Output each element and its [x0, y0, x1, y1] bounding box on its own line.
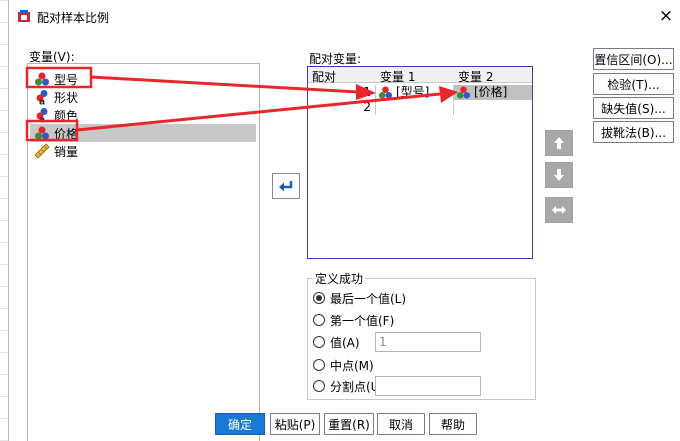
- radio-first-value[interactable]: 第一个值(F): [313, 311, 394, 329]
- variable-label: 形状: [54, 90, 79, 105]
- column-header-variable2: 变量 2: [458, 70, 494, 84]
- radio-button[interactable]: [313, 359, 325, 371]
- radio-button[interactable]: [313, 380, 325, 392]
- variable-label: 型号: [54, 72, 79, 87]
- column-header-pair: 配对: [312, 70, 337, 84]
- paired-sample-proportion-dialog: 配对样本比例 × 变量(V): 型号 a 形状 a 颜色 价格 销量 配对变量:…: [8, 0, 680, 441]
- radio-label: 值(A): [330, 335, 360, 350]
- define-success-title: 定义成功: [313, 270, 366, 287]
- reset-button[interactable]: 重置(R): [324, 413, 374, 435]
- pair1-variable1-cell[interactable]: [型号]: [376, 85, 454, 100]
- nominal-variable-icon: [35, 72, 49, 86]
- move-to-pairs-button[interactable]: [272, 173, 300, 199]
- variable-item-price[interactable]: 价格: [30, 124, 256, 142]
- cut-point-input[interactable]: [375, 376, 481, 396]
- radio-midpoint[interactable]: 中点(M): [313, 356, 374, 374]
- title-bar: 配对样本比例 ×: [9, 0, 680, 32]
- paired-variables-label: 配对变量:: [309, 52, 362, 66]
- confidence-interval-button[interactable]: 置信区间(O)...: [593, 48, 674, 70]
- table-header: 配对 变量 1 变量 2: [308, 67, 532, 84]
- return-arrow-icon: [279, 181, 293, 192]
- move-down-button[interactable]: [545, 162, 573, 188]
- nominal-variable-icon: [378, 86, 393, 99]
- radio-button[interactable]: [313, 314, 325, 326]
- help-button[interactable]: 帮助: [429, 413, 477, 435]
- variable-item-model[interactable]: 型号: [30, 70, 256, 88]
- close-button[interactable]: ×: [655, 5, 677, 27]
- variable-item-color[interactable]: a 颜色: [30, 106, 256, 124]
- window-title: 配对样本比例: [37, 11, 110, 25]
- nominal-variable-icon: [456, 86, 471, 99]
- table-row[interactable]: 2: [308, 100, 532, 115]
- cell-value: [型号]: [396, 85, 430, 99]
- radio-button[interactable]: [313, 336, 325, 348]
- cell-value: [价格]: [474, 85, 508, 99]
- cancel-button[interactable]: 取消: [377, 413, 425, 435]
- variable-item-shape[interactable]: a 形状: [30, 88, 256, 106]
- move-up-button[interactable]: [545, 130, 573, 156]
- bootstrap-button[interactable]: 拔靴法(B)...: [593, 121, 674, 143]
- variable-label: 销量: [54, 144, 79, 159]
- variable-list[interactable]: 型号 a 形状 a 颜色 价格 销量: [27, 63, 260, 441]
- pair2-variable1-cell[interactable]: [376, 100, 454, 115]
- radio-label: 第一个值(F): [330, 313, 395, 328]
- arrow-up-icon: [554, 137, 564, 149]
- pair1-variable2-cell[interactable]: [价格]: [454, 85, 532, 100]
- ok-button[interactable]: 确定: [215, 413, 265, 435]
- variable-item-sales[interactable]: 销量: [30, 142, 256, 160]
- svg-text:a: a: [39, 116, 45, 124]
- paired-variables-table[interactable]: 配对 变量 1 变量 2 1 [型号] [价格] 2: [307, 66, 533, 259]
- radio-label: 中点(M): [330, 358, 374, 373]
- radio-value[interactable]: 值(A): [313, 333, 360, 351]
- nominal-text-variable-icon: a: [36, 90, 48, 106]
- svg-text:a: a: [39, 98, 45, 106]
- swap-arrows-icon: [552, 206, 566, 214]
- column-header-variable1: 变量 1: [380, 70, 416, 84]
- swap-variables-button[interactable]: [545, 197, 573, 223]
- scale-ruler-icon: [34, 143, 50, 159]
- value-input[interactable]: 1: [375, 332, 481, 352]
- radio-last-value[interactable]: 最后一个值(L): [313, 289, 406, 307]
- variable-label: 价格: [54, 126, 79, 141]
- row-number: 1: [308, 85, 376, 100]
- radio-label: 最后一个值(L): [330, 291, 407, 306]
- variable-label: 颜色: [54, 108, 79, 123]
- table-row[interactable]: 1 [型号] [价格]: [308, 85, 532, 100]
- test-button[interactable]: 检验(T)...: [593, 73, 674, 95]
- spss-app-icon: [18, 10, 30, 22]
- nominal-text-variable-icon: a: [36, 108, 48, 124]
- radio-cut-point[interactable]: 分割点(U): [313, 377, 384, 395]
- paste-button[interactable]: 粘贴(P): [270, 413, 320, 435]
- arrow-down-icon: [554, 169, 564, 181]
- nominal-variable-icon: [35, 126, 49, 140]
- pair2-variable2-cell[interactable]: [454, 100, 532, 115]
- radio-button[interactable]: [313, 292, 325, 304]
- row-number: 2: [308, 100, 376, 115]
- missing-values-button[interactable]: 缺失值(S)...: [593, 97, 674, 119]
